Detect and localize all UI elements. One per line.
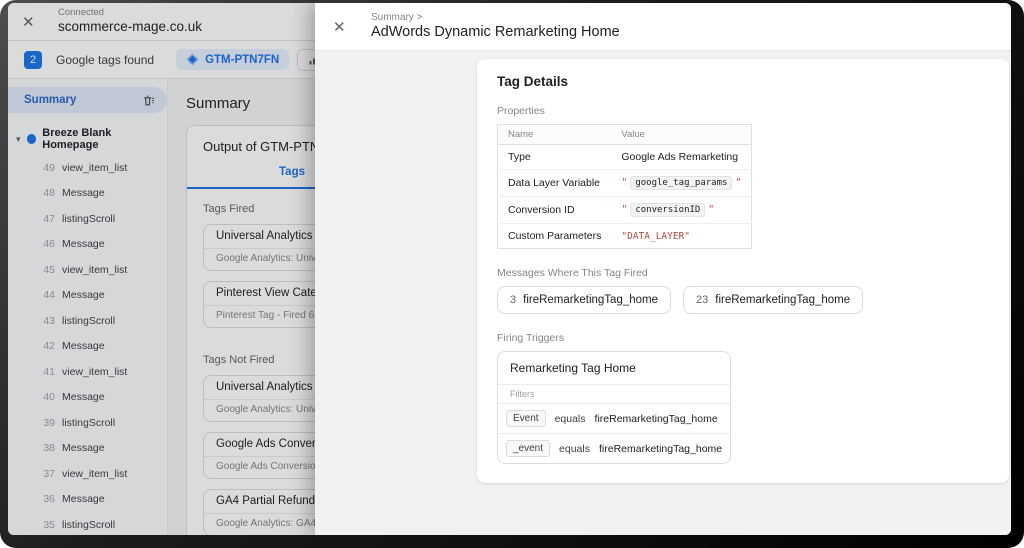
- detail-title-block: Summary > AdWords Dynamic Remarketing Ho…: [371, 12, 620, 41]
- filter-row: Event equals fireRemarketingTag_home: [498, 403, 731, 433]
- blocking-triggers-label: Blocking Triggers: [497, 482, 989, 483]
- variable-chip: conversionID: [630, 203, 706, 217]
- prop-value: " google_tag_params ": [611, 169, 752, 197]
- prop-name: Type: [497, 144, 612, 170]
- tag-details-heading: Tag Details: [497, 74, 569, 89]
- quote-mark: ": [621, 204, 628, 215]
- filter-value: fireRemarketingTag_home: [594, 412, 718, 425]
- filter-row: _event equals fireRemarketingTag_home: [498, 433, 731, 463]
- message-name: fireRemarketingTag_home: [715, 294, 851, 306]
- message-number: 23: [696, 294, 709, 306]
- quote-mark: ": [708, 204, 715, 215]
- detail-body: Tag Details Properties Name Value Type G…: [315, 51, 1011, 535]
- table-row: Type Google Ads Remarketing: [497, 144, 752, 170]
- filter-operator: equals: [554, 412, 586, 425]
- message-name: fireRemarketingTag_home: [523, 294, 658, 306]
- table-row: Custom Parameters "DATA_LAYER": [498, 224, 752, 249]
- message-card[interactable]: 3 fireRemarketingTag_home: [497, 286, 671, 314]
- tag-detail-overlay: ✕ Summary > AdWords Dynamic Remarketing …: [315, 3, 1011, 535]
- quote-mark: ": [735, 177, 742, 188]
- screen: ✕ Connected scommerce-mage.co.uk 2 Googl…: [8, 3, 1011, 535]
- filters-label: Filters: [498, 384, 731, 403]
- prop-value: Google Ads Remarketing: [611, 144, 752, 170]
- message-card[interactable]: 23 fireRemarketingTag_home: [683, 286, 864, 314]
- table-row: Conversion ID " conversionID ": [497, 196, 752, 224]
- table-row: Data Layer Variable " google_tag_params …: [497, 169, 752, 197]
- tag-details-card: Tag Details Properties Name Value Type G…: [477, 59, 1009, 483]
- firing-triggers-label: Firing Triggers: [497, 332, 565, 344]
- filter-operator: equals: [559, 442, 590, 455]
- prop-name: Data Layer Variable: [497, 169, 612, 197]
- properties-label: Properties: [497, 105, 545, 117]
- prop-name: Conversion ID: [497, 196, 612, 224]
- messages-label: Messages Where This Tag Fired: [497, 267, 648, 279]
- filter-value: fireRemarketingTag_home: [598, 442, 723, 455]
- filter-field-chip: Event: [506, 410, 546, 427]
- trigger-card: Remarketing Tag Home Filters Event equal…: [497, 351, 732, 464]
- properties-table: Name Value Type Google Ads Remarketing D…: [497, 124, 753, 249]
- quote-mark: ": [621, 177, 628, 188]
- prop-value: "DATA_LAYER": [611, 224, 752, 249]
- prop-name: Custom Parameters: [508, 230, 602, 242]
- breadcrumb[interactable]: Summary >: [371, 12, 620, 24]
- page-title: AdWords Dynamic Remarketing Home: [371, 23, 620, 40]
- col-header-name: Name: [497, 124, 612, 145]
- tag-assistant-window: ✕ Connected scommerce-mage.co.uk 2 Googl…: [0, 0, 1024, 548]
- string-value: "DATA_LAYER": [621, 231, 691, 242]
- window-frame: ✕ Connected scommerce-mage.co.uk 2 Googl…: [0, 0, 1024, 548]
- close-detail-icon[interactable]: ✕: [333, 18, 355, 36]
- prop-value: " conversionID ": [611, 196, 752, 224]
- message-number: 3: [510, 294, 517, 306]
- trigger-name: Remarketing Tag Home: [510, 361, 636, 375]
- variable-chip: google_tag_params: [630, 176, 733, 190]
- detail-header: ✕ Summary > AdWords Dynamic Remarketing …: [315, 3, 1011, 51]
- col-header-value: Value: [611, 124, 752, 145]
- messages-row: 3 fireRemarketingTag_home 23 fireRemarke…: [497, 286, 989, 314]
- filter-field-chip: _event: [506, 440, 551, 457]
